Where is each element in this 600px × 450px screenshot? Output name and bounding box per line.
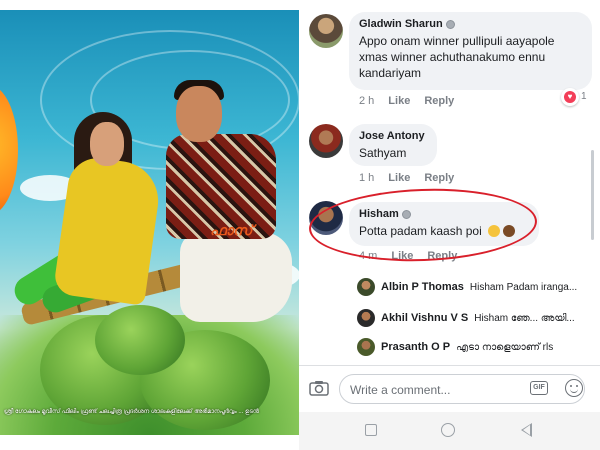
comment-line: xmas winner achuthanakumo ennu	[359, 50, 546, 64]
poster-title-disc	[0, 85, 18, 215]
reply-text: Hisham ഞേ... അയി...	[474, 312, 575, 324]
comment-author[interactable]: Jose Antony	[359, 130, 427, 142]
heart-icon: ♥	[564, 91, 576, 103]
reply-author[interactable]: Albin P Thomas	[381, 281, 464, 293]
reaction-badge[interactable]: ♥	[561, 88, 579, 106]
comments-panel: Gladwin Sharun Appo onam winner pullipul…	[299, 0, 600, 450]
reply-text: എടാ നാളെയാണ് rls	[456, 341, 554, 353]
poster-tree	[95, 305, 185, 375]
back-icon[interactable]	[521, 423, 532, 437]
comment-line: kandariyam	[359, 66, 422, 80]
reply-author[interactable]: Prasanth O P	[381, 341, 450, 353]
avatar[interactable]	[357, 278, 375, 296]
author-name[interactable]: Jose Antony	[359, 130, 425, 142]
comment-text: Appo onam winner pullipuli aayapole xmas…	[359, 33, 582, 81]
verified-badge-icon	[445, 19, 455, 29]
emoji-icon[interactable]	[565, 379, 583, 397]
reply-item[interactable]: Prasanth O P എടാ നാളെയാണ് rls	[357, 338, 593, 356]
like-button[interactable]: Like	[388, 95, 410, 107]
home-icon[interactable]	[441, 423, 455, 437]
reply-button[interactable]: Reply	[424, 172, 454, 184]
comment-composer: Write a comment... GIF	[299, 365, 600, 411]
man-face	[176, 86, 222, 142]
movie-poster: ഫാസ് ശ്രീ ഗോകുലം മൂവീസ് ഫിലിം ഫ്രണ്ട് ചല…	[0, 10, 299, 435]
author-name[interactable]: Gladwin Sharun	[359, 18, 443, 30]
avatar[interactable]	[309, 124, 343, 158]
reply-author[interactable]: Akhil Vishnu V S	[381, 312, 468, 324]
avatar[interactable]	[309, 14, 343, 48]
scrollbar[interactable]	[591, 150, 594, 240]
comment-time: 1 h	[359, 172, 375, 184]
comment-meta: 2 h Like Reply	[359, 95, 454, 107]
comment-text: Sathyam	[359, 145, 427, 161]
reply-item[interactable]: Albin P Thomas Hisham Padam iranga...	[357, 278, 593, 296]
comment-time: 2 h	[359, 95, 375, 107]
man-dhoti	[180, 232, 292, 322]
comment-line: Sathyam	[359, 146, 407, 160]
poster-title-text: ഫാസ്	[210, 222, 253, 238]
woman-yellow-dress	[52, 154, 164, 306]
woman-face	[90, 122, 124, 166]
like-button[interactable]: Like	[388, 172, 410, 184]
reaction-count: 1	[581, 91, 587, 102]
comment-input[interactable]: Write a comment... GIF	[339, 374, 585, 404]
system-nav-bar	[299, 412, 600, 450]
comment-meta: 1 h Like Reply	[359, 172, 454, 184]
recent-apps-icon[interactable]	[365, 424, 377, 436]
reply-button[interactable]: Reply	[424, 95, 454, 107]
camera-icon[interactable]	[309, 380, 329, 396]
comment-line: Appo onam winner pullipuli aayapole	[359, 34, 555, 48]
comment-bubble: Gladwin Sharun Appo onam winner pullipul…	[349, 12, 592, 90]
reply-text: Hisham Padam iranga...	[469, 281, 578, 293]
reply-item[interactable]: Akhil Vishnu V S Hisham ഞേ... അയി...	[357, 309, 593, 327]
gif-button[interactable]: GIF	[530, 381, 548, 395]
avatar[interactable]	[357, 309, 375, 327]
highlight-circle-annotation	[307, 185, 539, 265]
avatar[interactable]	[357, 338, 375, 356]
comment-bubble: Jose Antony Sathyam	[349, 124, 437, 166]
comment-input-placeholder: Write a comment...	[350, 383, 451, 397]
poster-credits: ശ്രീ ഗോകുലം മൂവീസ് ഫിലിം ഫ്രണ്ട് ചലച്ചിത…	[4, 409, 259, 415]
comment-author[interactable]: Gladwin Sharun	[359, 18, 582, 30]
